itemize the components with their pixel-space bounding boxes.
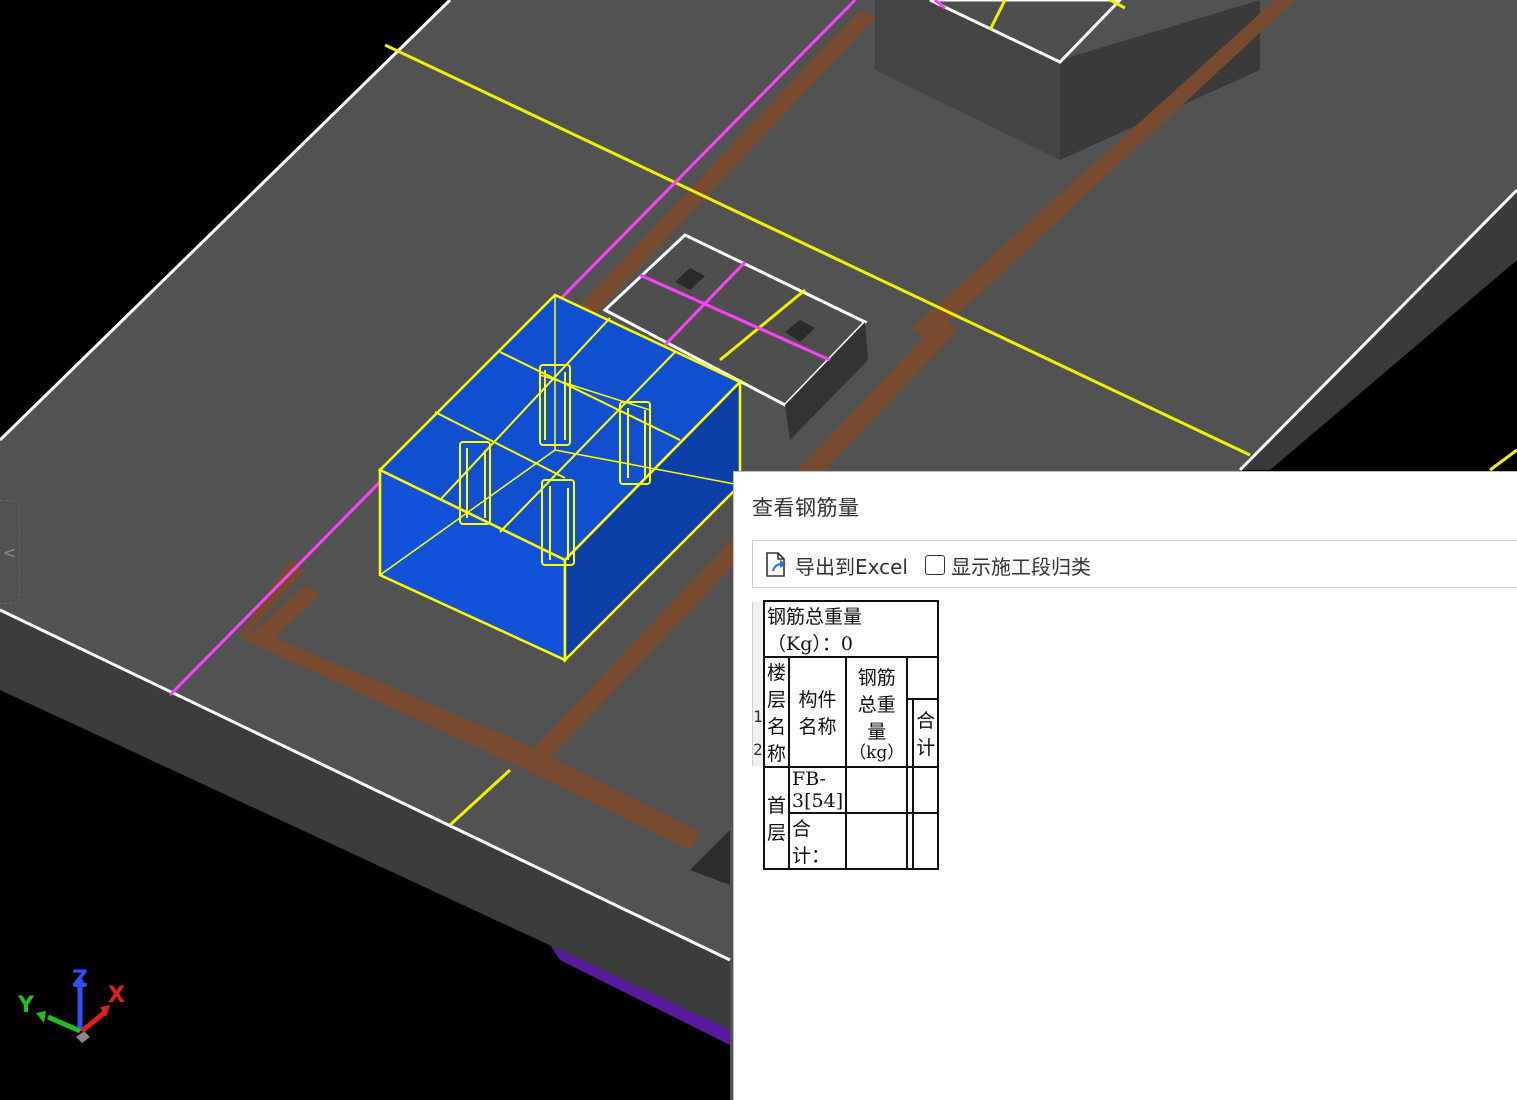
- y-axis-label: Y: [18, 993, 34, 1018]
- axis-gizmo: Z Y X: [10, 965, 130, 1050]
- show-construction-stage-checkbox[interactable]: 显示施工段归类: [925, 550, 1091, 580]
- component-cell[interactable]: 合计：: [788, 812, 848, 870]
- subtotal-cell[interactable]: [912, 812, 940, 870]
- view-rebar-quantity-dialog: 查看钢筋量 导出到Excel 显示施工段归类 1 2 钢筋总重量（Kg）：0 楼…: [733, 471, 1517, 1100]
- header-total-weight: 钢筋总重量 （kg）: [845, 656, 909, 768]
- z-axis-label: Z: [72, 967, 88, 992]
- weight-cell[interactable]: [845, 766, 909, 814]
- component-cell[interactable]: FB-3[54]: [788, 766, 848, 814]
- header-floor-name: 楼层名称: [762, 656, 791, 768]
- show-construction-stage-label: 显示施工段归类: [951, 554, 1091, 579]
- header-total-weight-unit: （kg）: [849, 742, 905, 763]
- header-subtotal: 合计: [912, 697, 940, 769]
- header-group-cell: [906, 656, 940, 700]
- weight-cell[interactable]: [845, 812, 909, 870]
- export-excel-button[interactable]: 导出到Excel: [763, 550, 908, 580]
- dialog-title: 查看钢筋量: [752, 496, 860, 520]
- checkbox-box[interactable]: [925, 555, 945, 575]
- subtotal-cell[interactable]: [912, 766, 940, 814]
- dialog-toolbar: 导出到Excel 显示施工段归类: [752, 540, 1517, 588]
- header-component-name: 构件名称: [788, 656, 848, 768]
- total-weight-summary: 钢筋总重量（Kg）：0: [762, 600, 940, 658]
- chevron-left-icon: <: [2, 543, 17, 562]
- floor-cell[interactable]: 首层: [762, 766, 791, 870]
- export-excel-label: 导出到Excel: [795, 554, 908, 579]
- x-axis-label: X: [108, 983, 125, 1008]
- header-total-weight-label: 钢筋总重量: [857, 666, 896, 743]
- table-row[interactable]: 首层 FB-3[54]: [762, 766, 940, 870]
- export-file-icon: [766, 552, 786, 577]
- table-row[interactable]: 合计：: [764, 812, 940, 870]
- panel-collapse-tab[interactable]: <: [0, 500, 20, 604]
- rebar-quantity-table: 钢筋总重量（Kg）：0 楼层名称 构件名称 钢筋总重量 （kg） 合计 首层 F…: [762, 600, 940, 870]
